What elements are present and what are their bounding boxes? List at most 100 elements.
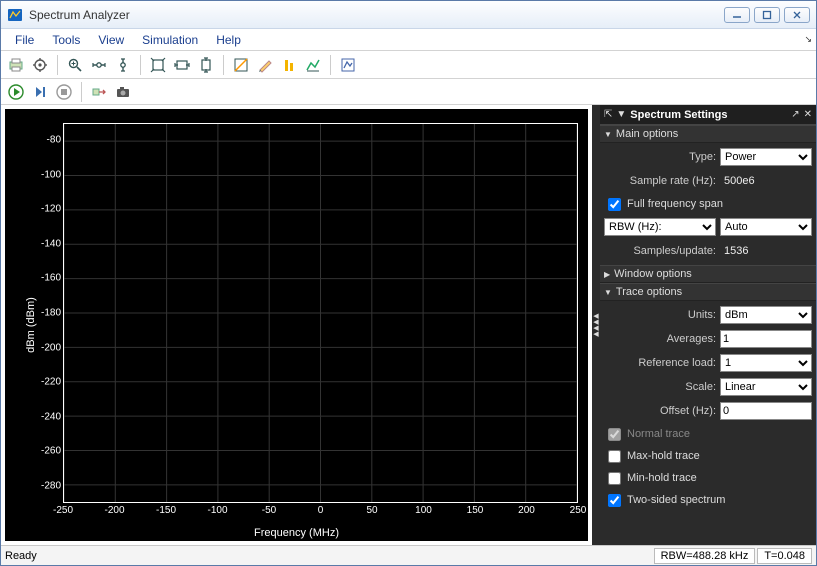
edit-button[interactable] bbox=[254, 54, 276, 76]
toolbar-1 bbox=[1, 51, 816, 79]
zoom-x-button[interactable] bbox=[88, 54, 110, 76]
status-rbw: RBW=488.28 kHz bbox=[654, 548, 756, 564]
zoom-in-button[interactable] bbox=[64, 54, 86, 76]
sample-rate-label: Sample rate (Hz): bbox=[604, 175, 716, 187]
plot-svg bbox=[64, 124, 577, 502]
rbw-value-select[interactable]: Auto bbox=[720, 218, 812, 236]
x-tick: 0 bbox=[318, 505, 324, 516]
x-tick: -200 bbox=[104, 505, 124, 516]
y-tick: -80 bbox=[47, 135, 61, 146]
panel-header: ⇱ ▼ Spectrum Settings ↗ ✕ bbox=[600, 105, 816, 125]
chart-frame[interactable]: dBm (dBm) Frequency (MHz) -80-100-120-14… bbox=[5, 109, 588, 541]
spectrum-settings-panel: ⇱ ▼ Spectrum Settings ↗ ✕ ▼Main options … bbox=[600, 105, 816, 545]
x-tick: 150 bbox=[467, 505, 484, 516]
y-tick: -220 bbox=[41, 377, 61, 388]
samples-value: 1536 bbox=[720, 245, 812, 257]
minhold-checkbox[interactable] bbox=[608, 472, 621, 485]
toolbar-separator bbox=[330, 55, 331, 75]
plot-box bbox=[63, 123, 578, 503]
section-trace-options[interactable]: ▼Trace options bbox=[600, 283, 816, 301]
run-button[interactable] bbox=[5, 81, 27, 103]
full-span-label: Full frequency span bbox=[627, 198, 723, 210]
maximize-button[interactable] bbox=[754, 7, 780, 23]
autoscale-y-button[interactable] bbox=[195, 54, 217, 76]
menu-file[interactable]: File bbox=[7, 31, 42, 49]
undock-icon[interactable]: ↗ bbox=[791, 109, 799, 120]
x-tick: -150 bbox=[156, 505, 176, 516]
menu-view[interactable]: View bbox=[90, 31, 132, 49]
collapse-icon[interactable]: ▼ bbox=[616, 109, 626, 120]
peak-finder-button[interactable] bbox=[278, 54, 300, 76]
menubar-chevron-icon[interactable]: ↘ bbox=[804, 34, 812, 45]
twosided-checkbox[interactable] bbox=[608, 494, 621, 507]
statusbar: Ready RBW=488.28 kHz T=0.048 bbox=[1, 545, 816, 565]
minimize-button[interactable] bbox=[724, 7, 750, 23]
units-select[interactable]: dBm bbox=[720, 306, 812, 324]
autoscale-x-button[interactable] bbox=[171, 54, 193, 76]
x-tick: 200 bbox=[518, 505, 535, 516]
offset-input[interactable] bbox=[720, 402, 812, 420]
section-label: Window options bbox=[614, 268, 692, 280]
spectrum-settings-button[interactable] bbox=[337, 54, 359, 76]
refload-label: Reference load: bbox=[604, 357, 716, 369]
main-options-body: Type:Power Sample rate (Hz):500e6 Full f… bbox=[600, 143, 816, 265]
toolbar-2 bbox=[1, 79, 816, 105]
titlebar: Spectrum Analyzer bbox=[1, 1, 816, 29]
y-tick: -280 bbox=[41, 480, 61, 491]
y-tick: -120 bbox=[41, 204, 61, 215]
x-tick: 100 bbox=[415, 505, 432, 516]
toolbar-separator bbox=[57, 55, 58, 75]
x-axis-label: Frequency (MHz) bbox=[254, 527, 339, 539]
scale-label: Scale: bbox=[604, 381, 716, 393]
rbw-mode-select[interactable]: RBW (Hz): bbox=[604, 218, 716, 236]
menu-simulation[interactable]: Simulation bbox=[134, 31, 206, 49]
section-main-options[interactable]: ▼Main options bbox=[600, 125, 816, 143]
maxhold-label: Max-hold trace bbox=[627, 450, 700, 462]
highlight-block-button[interactable] bbox=[88, 81, 110, 103]
autoscale-button[interactable] bbox=[147, 54, 169, 76]
refload-select[interactable]: 1 bbox=[720, 354, 812, 372]
waterfall-button[interactable] bbox=[302, 54, 324, 76]
x-tick: -250 bbox=[53, 505, 73, 516]
status-time: T=0.048 bbox=[757, 548, 812, 564]
y-tick: -240 bbox=[41, 411, 61, 422]
section-window-options[interactable]: ▶Window options bbox=[600, 265, 816, 283]
units-label: Units: bbox=[604, 309, 716, 321]
close-button[interactable] bbox=[784, 7, 810, 23]
averages-input[interactable] bbox=[720, 330, 812, 348]
snapshot-button[interactable] bbox=[112, 81, 134, 103]
x-tick: -50 bbox=[262, 505, 276, 516]
minhold-label: Min-hold trace bbox=[627, 472, 697, 484]
step-forward-button[interactable] bbox=[29, 81, 51, 103]
menu-tools[interactable]: Tools bbox=[44, 31, 88, 49]
type-label: Type: bbox=[604, 151, 716, 163]
type-select[interactable]: Power bbox=[720, 148, 812, 166]
chart-area: dBm (dBm) Frequency (MHz) -80-100-120-14… bbox=[1, 105, 592, 545]
zoom-y-button[interactable] bbox=[112, 54, 134, 76]
cursor-measure-button[interactable] bbox=[230, 54, 252, 76]
averages-label: Averages: bbox=[604, 333, 716, 345]
full-span-checkbox[interactable] bbox=[608, 198, 621, 211]
menu-help[interactable]: Help bbox=[208, 31, 249, 49]
workspace: dBm (dBm) Frequency (MHz) -80-100-120-14… bbox=[1, 105, 816, 545]
pin-icon[interactable]: ⇱ bbox=[604, 109, 612, 120]
status-ready: Ready bbox=[5, 550, 652, 562]
panel-splitter[interactable]: ◀◀◀◀ bbox=[592, 105, 600, 545]
x-tick: 250 bbox=[570, 505, 587, 516]
twosided-label: Two-sided spectrum bbox=[627, 494, 725, 506]
section-label: Trace options bbox=[616, 286, 682, 298]
app-icon bbox=[7, 7, 23, 23]
toolbar-separator bbox=[81, 82, 82, 102]
toolbar-separator bbox=[140, 55, 141, 75]
settings-gear-button[interactable] bbox=[29, 54, 51, 76]
stop-button[interactable] bbox=[53, 81, 75, 103]
y-tick: -260 bbox=[41, 446, 61, 457]
scale-select[interactable]: Linear bbox=[720, 378, 812, 396]
maxhold-checkbox[interactable] bbox=[608, 450, 621, 463]
samples-label: Samples/update: bbox=[604, 245, 716, 257]
close-panel-icon[interactable]: ✕ bbox=[804, 109, 812, 120]
x-tick: 50 bbox=[366, 505, 377, 516]
trace-options-body: Units: dBm Averages: Reference load: 1 Sca… bbox=[600, 301, 816, 513]
window-buttons bbox=[724, 7, 810, 23]
print-button[interactable] bbox=[5, 54, 27, 76]
